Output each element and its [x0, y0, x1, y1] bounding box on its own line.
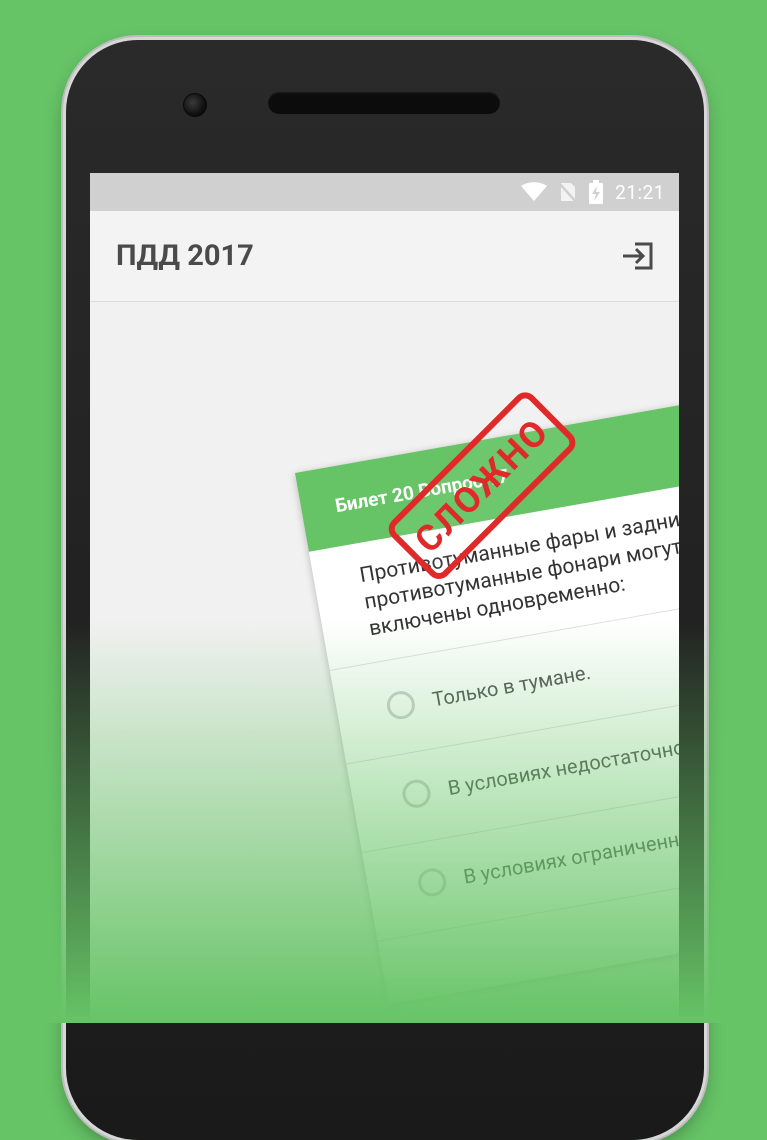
radio-button[interactable]: [415, 866, 449, 899]
earpiece-speaker: [268, 92, 500, 114]
exit-icon[interactable]: [621, 241, 655, 271]
no-sim-icon: [559, 182, 578, 203]
phone-screen: 21:21 ПДД 2017 Билет 20 Вопрос 17 Против…: [90, 173, 679, 1023]
app-title: ПДД 2017: [116, 239, 254, 273]
battery-charging-icon: [589, 180, 604, 204]
app-bar: ПДД 2017: [90, 211, 679, 302]
status-bar: 21:21: [90, 173, 679, 211]
radio-button[interactable]: [400, 777, 433, 810]
question-card: Билет 20 Вопрос 17 Противотуманные фары …: [295, 387, 679, 1005]
radio-button[interactable]: [384, 688, 418, 722]
status-time: 21:21: [615, 180, 665, 204]
front-camera: [183, 93, 207, 117]
answer-label: Только в тумане.: [430, 659, 593, 712]
wifi-icon: [521, 182, 548, 201]
